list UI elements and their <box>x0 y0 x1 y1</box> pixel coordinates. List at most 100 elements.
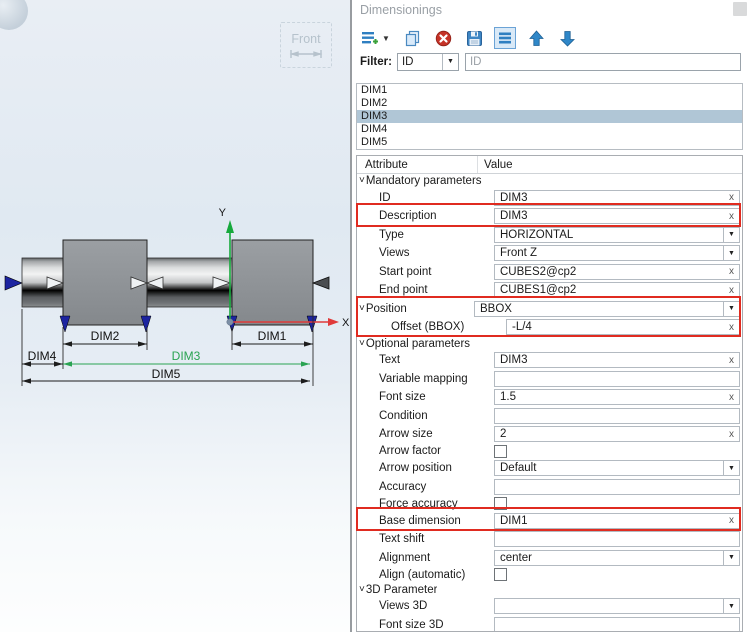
panel-title: Dimensionings <box>360 3 442 17</box>
list-item[interactable]: DIM1 <box>357 84 742 97</box>
clear-field-button[interactable]: x <box>725 192 739 203</box>
text-field[interactable]: DIM3x <box>494 208 740 224</box>
add-dimension-menu-button[interactable]: ▼ <box>380 27 392 49</box>
attribute-label: Condition <box>357 410 494 422</box>
model-canvas[interactable]: Y X DIM2 DIM1 <box>0 0 350 632</box>
attribute-row: Text shift <box>357 530 742 549</box>
clear-field-button[interactable]: x <box>725 515 739 526</box>
checkbox[interactable] <box>494 568 507 581</box>
clear-field-button[interactable]: x <box>725 285 739 296</box>
dropdown-caret-icon[interactable]: ▼ <box>723 551 739 565</box>
clear-field-button[interactable]: x <box>725 266 739 277</box>
dimension-list[interactable]: DIM1DIM2DIM3DIM4DIM5 <box>356 83 743 150</box>
dropdown-field[interactable]: Front Z▼ <box>494 245 740 261</box>
attribute-row: Offset (BBOX)-L/4x <box>357 318 742 337</box>
panel-corner-button[interactable] <box>733 2 747 16</box>
attribute-label: Arrow factor <box>357 445 494 457</box>
attribute-row: Base dimensionDIM1x <box>357 512 742 531</box>
attribute-row: Views 3D▼ <box>357 597 742 616</box>
attribute-label: Font size <box>357 391 494 403</box>
expander-icon[interactable]: ˅ <box>359 176 365 186</box>
list-item[interactable]: DIM2 <box>357 97 742 110</box>
dropdown-caret-icon[interactable]: ▼ <box>723 461 739 475</box>
origin-point <box>227 319 233 325</box>
text-field[interactable]: CUBES1@cp2x <box>494 282 740 298</box>
attribute-row: ViewsFront Z▼ <box>357 244 742 263</box>
attribute-label: Type <box>357 229 494 241</box>
panel-toolbar: ▼ <box>358 27 578 49</box>
move-down-button[interactable] <box>556 27 578 49</box>
text-field[interactable]: -L/4x <box>506 319 740 335</box>
attribute-label: Variable mapping <box>357 373 494 385</box>
expander-icon[interactable]: ˅ <box>359 304 365 314</box>
attribute-label: ˅Mandatory parameters <box>357 175 482 187</box>
text-field[interactable]: DIM3x <box>494 190 740 206</box>
copy-button[interactable] <box>401 27 423 49</box>
text-field[interactable]: 1.5x <box>494 389 740 405</box>
dimension-dim4[interactable]: DIM4 <box>22 349 63 367</box>
dropdown-caret-icon[interactable]: ▼ <box>723 246 739 260</box>
list-view-button[interactable] <box>494 27 516 49</box>
attribute-label: Views <box>357 247 494 259</box>
filter-field-select[interactable]: ID ▼ <box>397 53 459 71</box>
expander-icon[interactable]: ˅ <box>359 339 365 349</box>
arrow-up-icon <box>528 30 545 47</box>
text-field[interactable] <box>494 371 740 387</box>
dropdown-field[interactable]: center▼ <box>494 550 740 566</box>
text-field[interactable] <box>494 408 740 424</box>
text-field[interactable] <box>494 617 740 632</box>
attribute-row: Accuracy <box>357 478 742 497</box>
filter-input[interactable] <box>465 53 741 71</box>
checkbox[interactable] <box>494 497 507 510</box>
cube-right[interactable] <box>232 240 313 325</box>
clear-field-button[interactable]: x <box>725 429 739 440</box>
list-item[interactable]: DIM5 <box>357 136 742 149</box>
text-field[interactable]: DIM1x <box>494 513 740 529</box>
text-field[interactable] <box>494 479 740 495</box>
attribute-label: ˅Optional parameters <box>357 338 470 350</box>
attribute-label: ID <box>357 192 494 204</box>
dimension-dim1[interactable]: DIM1 <box>232 329 313 347</box>
y-axis-label: Y <box>219 207 227 219</box>
clear-field-button[interactable]: x <box>725 355 739 366</box>
dropdown-field[interactable]: HORIZONTAL▼ <box>494 227 740 243</box>
add-list-icon <box>361 30 378 47</box>
dropdown-caret-icon[interactable]: ▼ <box>723 302 739 316</box>
clear-field-button[interactable]: x <box>725 211 739 222</box>
clear-field-button[interactable]: x <box>725 322 739 333</box>
attribute-table: Attribute Value ˅Mandatory parametersIDD… <box>356 155 743 632</box>
clear-field-button[interactable]: x <box>725 392 739 403</box>
list-item[interactable]: DIM4 <box>357 123 742 136</box>
dropdown-field[interactable]: ▼ <box>494 598 740 614</box>
attribute-row: TextDIM3x <box>357 351 742 370</box>
save-button[interactable] <box>463 27 485 49</box>
dim2-label: DIM2 <box>91 329 120 343</box>
dropdown-caret-icon[interactable]: ▼ <box>442 54 458 70</box>
dimension-dim2[interactable]: DIM2 <box>63 329 147 347</box>
dimension-dim5[interactable]: DIM5 <box>22 367 310 384</box>
text-field[interactable]: DIM3x <box>494 352 740 368</box>
filter-row: Filter: ID ▼ <box>360 52 741 71</box>
viewport-3d[interactable]: Front <box>0 0 352 632</box>
add-dimension-button[interactable] <box>358 27 380 49</box>
expander-icon[interactable]: ˅ <box>359 585 365 595</box>
dropdown-field[interactable]: BBOX▼ <box>474 301 740 317</box>
attribute-label: Text shift <box>357 533 494 545</box>
dimension-dim3[interactable]: DIM3 <box>63 349 310 367</box>
dropdown-field[interactable]: Default▼ <box>494 460 740 476</box>
dimensionings-panel: Dimensionings ▼ <box>352 0 750 632</box>
attribute-row: ˅PositionBBOX▼ <box>357 300 742 319</box>
list-item[interactable]: DIM3 <box>357 110 742 123</box>
attribute-label: Text <box>357 354 494 366</box>
text-field[interactable]: 2x <box>494 426 740 442</box>
dropdown-caret-icon[interactable]: ▼ <box>723 599 739 613</box>
attribute-row: Arrow positionDefault▼ <box>357 459 742 478</box>
dropdown-caret-icon[interactable]: ▼ <box>723 228 739 242</box>
attribute-row: Condition <box>357 407 742 426</box>
delete-button[interactable] <box>432 27 454 49</box>
dim1-label: DIM1 <box>258 329 287 343</box>
move-up-button[interactable] <box>525 27 547 49</box>
text-field[interactable]: CUBES2@cp2x <box>494 264 740 280</box>
checkbox[interactable] <box>494 445 507 458</box>
text-field[interactable] <box>494 531 740 547</box>
